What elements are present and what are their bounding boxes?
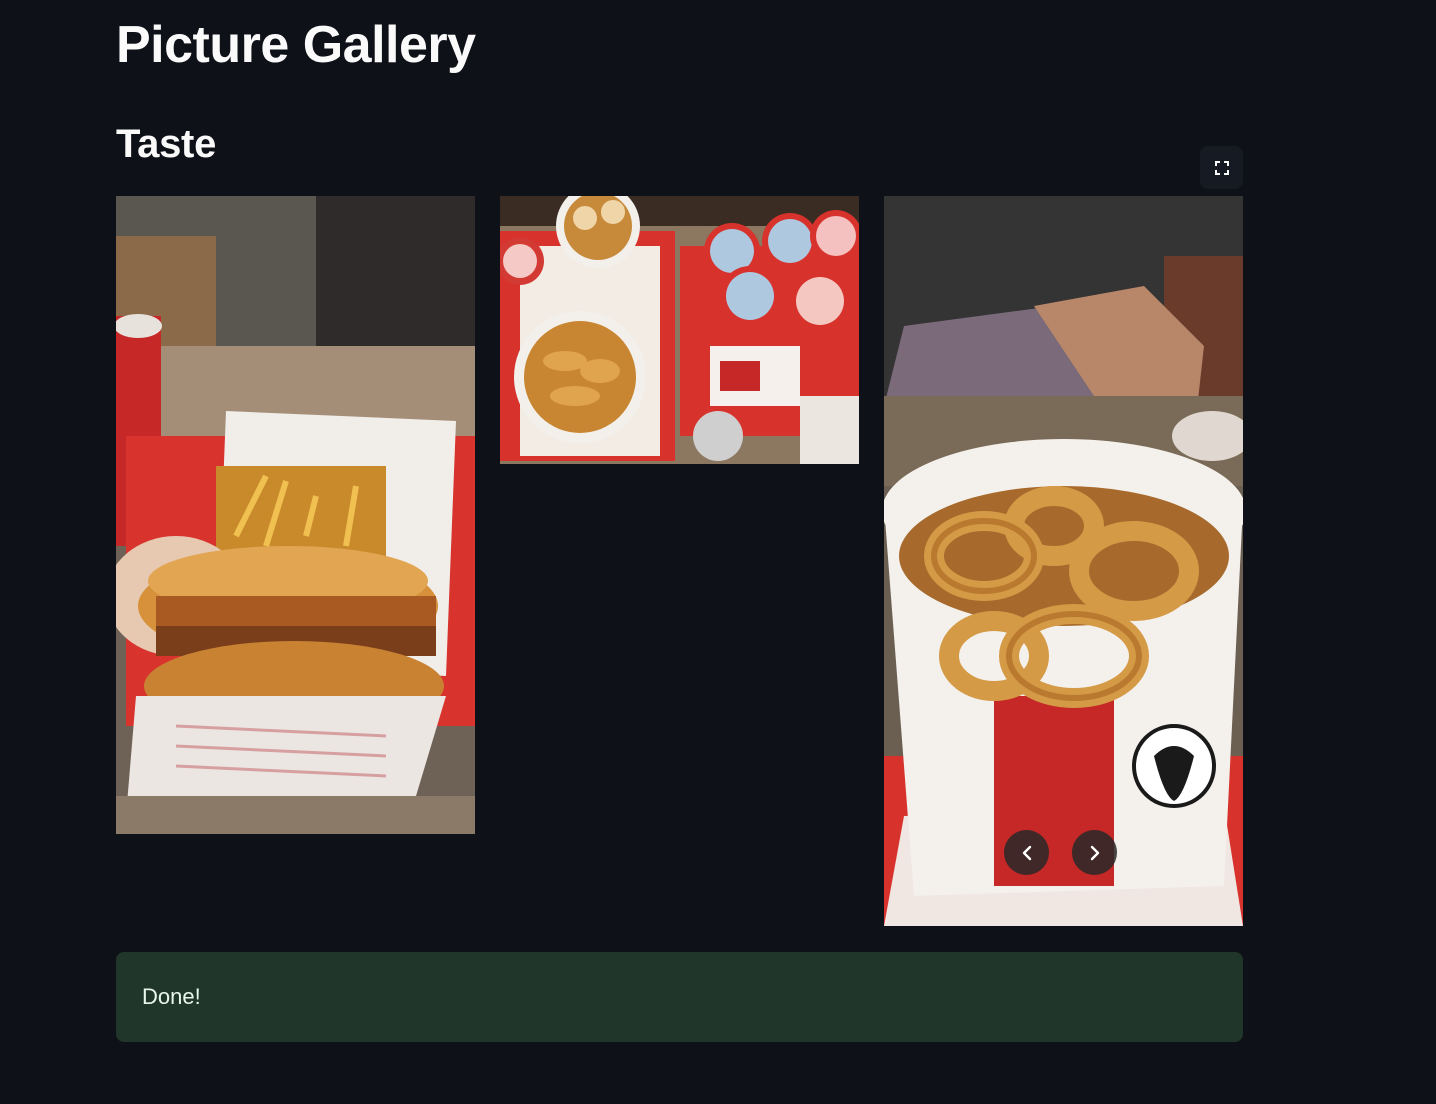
- onion-rings-bucket-photo[interactable]: [884, 196, 1243, 926]
- app-page: Picture Gallery Taste Done!: [0, 0, 1436, 1104]
- chicken-bucket-and-drinks-photo[interactable]: [500, 196, 859, 464]
- success-message: Done!: [142, 984, 201, 1009]
- fullscreen-button[interactable]: [1200, 146, 1243, 189]
- section-title: Taste: [116, 122, 217, 166]
- chevron-left-icon: [1022, 845, 1031, 860]
- chevron-right-icon: [1090, 845, 1099, 860]
- carousel-next-button[interactable]: [1072, 830, 1117, 875]
- page-title: Picture Gallery: [116, 16, 476, 74]
- fried-chicken-burger-photo[interactable]: [116, 196, 475, 834]
- success-alert: Done!: [116, 952, 1243, 1042]
- carousel-prev-button[interactable]: [1004, 830, 1049, 875]
- fullscreen-icon: [1214, 160, 1229, 175]
